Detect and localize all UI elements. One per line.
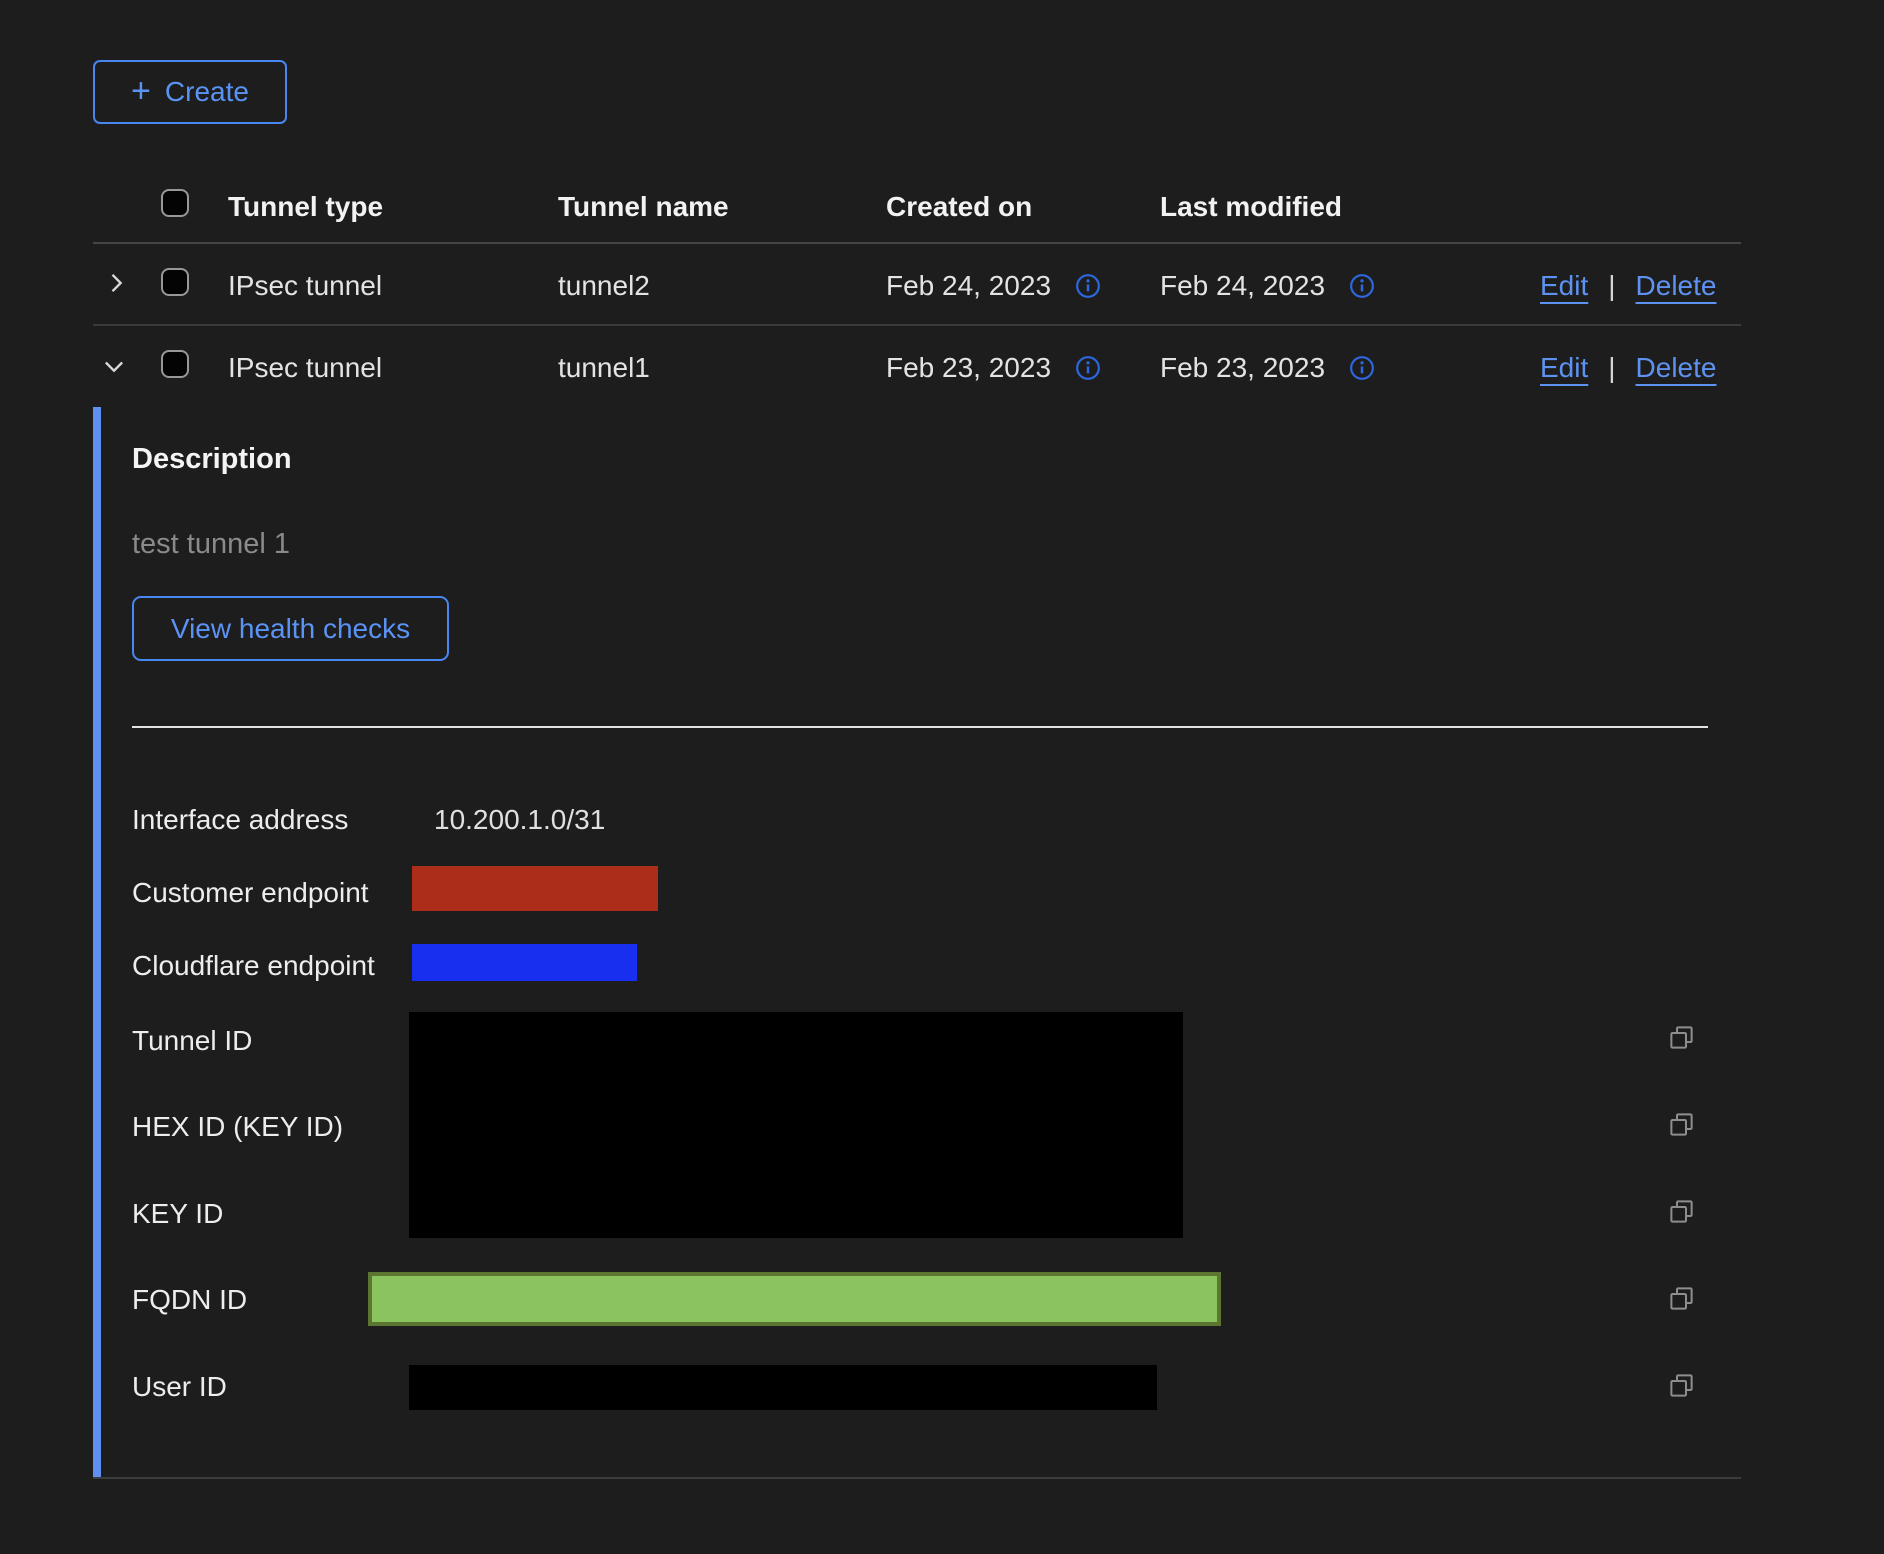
tunnel-id-redaction-block bbox=[409, 1012, 1183, 1238]
customer-endpoint-label: Customer endpoint bbox=[132, 877, 369, 909]
created-on-cell: Feb 23, 2023 bbox=[886, 352, 1101, 384]
column-header-created-on: Created on bbox=[886, 191, 1032, 223]
created-on-date: Feb 24, 2023 bbox=[886, 270, 1051, 302]
chevron-down-icon[interactable] bbox=[100, 352, 128, 380]
view-health-checks-label: View health checks bbox=[171, 613, 410, 645]
select-all-checkbox[interactable] bbox=[161, 189, 189, 217]
cloudflare-endpoint-label: Cloudflare endpoint bbox=[132, 950, 375, 982]
action-separator: | bbox=[1608, 352, 1615, 384]
info-icon[interactable] bbox=[1075, 273, 1101, 299]
header-divider bbox=[93, 242, 1741, 244]
section-divider bbox=[132, 726, 1708, 728]
row-checkbox-tunnel1[interactable] bbox=[161, 350, 189, 378]
tunnel-type-cell: IPsec tunnel bbox=[228, 352, 382, 384]
tunnel-type-cell: IPsec tunnel bbox=[228, 270, 382, 302]
create-button-label: Create bbox=[165, 76, 249, 108]
row-actions: Edit | Delete bbox=[1540, 270, 1716, 302]
description-text: test tunnel 1 bbox=[132, 528, 290, 561]
customer-endpoint-redaction bbox=[412, 866, 658, 911]
delete-link[interactable]: Delete bbox=[1636, 270, 1717, 302]
interface-address-value: 10.200.1.0/31 bbox=[434, 804, 605, 836]
column-header-last-modified: Last modified bbox=[1160, 191, 1342, 223]
view-health-checks-button[interactable]: View health checks bbox=[132, 596, 449, 661]
user-id-redaction bbox=[409, 1365, 1157, 1410]
fqdn-id-redaction bbox=[368, 1272, 1221, 1326]
info-icon[interactable] bbox=[1075, 355, 1101, 381]
copy-icon[interactable] bbox=[1668, 1372, 1695, 1399]
last-modified-date: Feb 23, 2023 bbox=[1160, 352, 1325, 384]
expanded-row-indicator-bar bbox=[93, 407, 101, 1478]
chevron-right-icon[interactable] bbox=[102, 269, 130, 297]
info-icon[interactable] bbox=[1349, 355, 1375, 381]
copy-icon[interactable] bbox=[1668, 1024, 1695, 1051]
row-checkbox-tunnel2[interactable] bbox=[161, 268, 189, 296]
action-separator: | bbox=[1608, 270, 1615, 302]
row-actions: Edit | Delete bbox=[1540, 352, 1716, 384]
column-header-tunnel-type: Tunnel type bbox=[228, 191, 383, 223]
last-modified-date: Feb 24, 2023 bbox=[1160, 270, 1325, 302]
fqdn-id-label: FQDN ID bbox=[132, 1284, 247, 1316]
tunnels-page: + Create Tunnel type Tunnel name Created… bbox=[0, 0, 1884, 1554]
tunnel-id-label: Tunnel ID bbox=[132, 1025, 252, 1057]
column-header-tunnel-name: Tunnel name bbox=[558, 191, 729, 223]
created-on-cell: Feb 24, 2023 bbox=[886, 270, 1101, 302]
info-icon[interactable] bbox=[1349, 273, 1375, 299]
cloudflare-endpoint-redaction bbox=[412, 944, 637, 981]
edit-link[interactable]: Edit bbox=[1540, 352, 1588, 384]
copy-icon[interactable] bbox=[1668, 1198, 1695, 1225]
edit-link[interactable]: Edit bbox=[1540, 270, 1588, 302]
last-modified-cell: Feb 24, 2023 bbox=[1160, 270, 1375, 302]
key-id-label: KEY ID bbox=[132, 1198, 223, 1230]
interface-address-label: Interface address bbox=[132, 804, 348, 836]
create-button[interactable]: + Create bbox=[93, 60, 287, 124]
copy-icon[interactable] bbox=[1668, 1285, 1695, 1312]
last-modified-cell: Feb 23, 2023 bbox=[1160, 352, 1375, 384]
panel-bottom-divider bbox=[93, 1477, 1741, 1479]
copy-icon[interactable] bbox=[1668, 1111, 1695, 1138]
row-divider bbox=[93, 324, 1741, 326]
description-heading: Description bbox=[132, 443, 292, 476]
user-id-label: User ID bbox=[132, 1371, 227, 1403]
hex-id-label: HEX ID (KEY ID) bbox=[132, 1111, 343, 1143]
tunnel-name-cell: tunnel1 bbox=[558, 352, 650, 384]
delete-link[interactable]: Delete bbox=[1636, 352, 1717, 384]
tunnel-name-cell: tunnel2 bbox=[558, 270, 650, 302]
created-on-date: Feb 23, 2023 bbox=[886, 352, 1051, 384]
